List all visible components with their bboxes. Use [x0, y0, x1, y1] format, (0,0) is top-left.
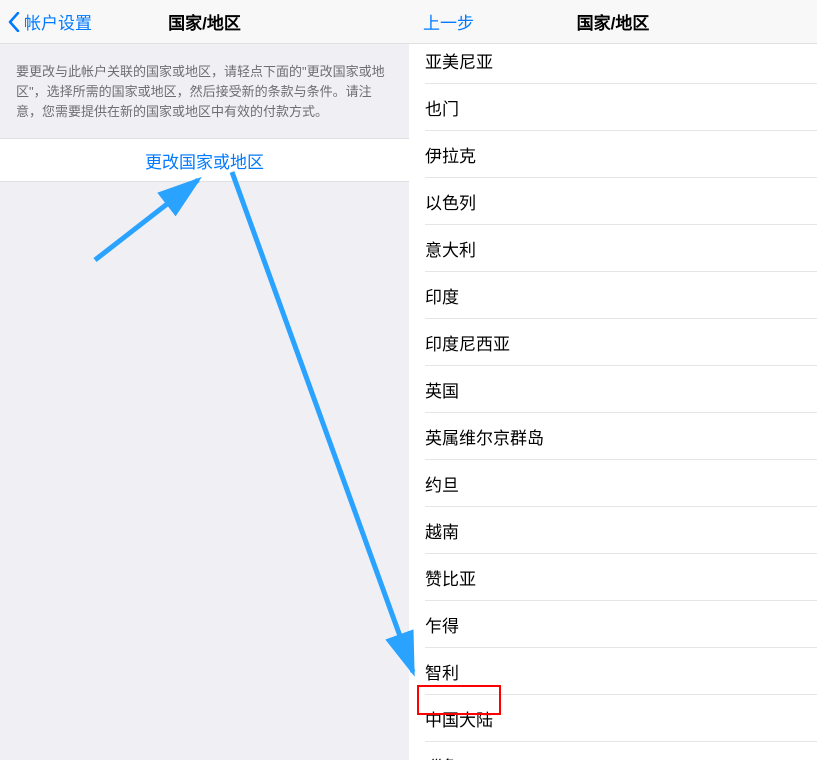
list-item[interactable]: 乍得 — [409, 601, 817, 648]
country-label: 约旦 — [425, 471, 459, 496]
list-item[interactable]: 印度 — [409, 272, 817, 319]
list-item[interactable]: 约旦 — [409, 460, 817, 507]
country-label: 印度尼西亚 — [425, 330, 510, 355]
list-item[interactable]: 越南 — [409, 507, 817, 554]
list-item[interactable]: 智利 — [409, 648, 817, 695]
country-label: 赞比亚 — [425, 565, 476, 590]
list-item[interactable]: 英国 — [409, 366, 817, 413]
list-item[interactable]: 赞比亚 — [409, 554, 817, 601]
country-label: 瑙鲁 — [425, 753, 459, 760]
country-label: 越南 — [425, 518, 459, 543]
list-item[interactable]: 伊拉克 — [409, 131, 817, 178]
country-label: 意大利 — [425, 236, 476, 261]
list-item[interactable]: 意大利 — [409, 225, 817, 272]
description-text: 要更改与此帐户关联的国家或地区，请轻点下面的"更改国家或地区"，选择所需的国家或… — [0, 44, 409, 138]
chevron-left-icon — [8, 12, 20, 32]
back-button-left[interactable]: 帐户设置 — [8, 9, 92, 34]
back-button-right[interactable]: 上一步 — [417, 9, 474, 34]
country-label: 伊拉克 — [425, 142, 476, 167]
country-list[interactable]: 亚美尼亚 也门 伊拉克 以色列 意大利 印度 印度尼西亚 英国 英属维尔京群岛 … — [409, 44, 817, 760]
list-item[interactable]: 也门 — [409, 84, 817, 131]
country-label: 英国 — [425, 377, 459, 402]
list-item[interactable]: 印度尼西亚 — [409, 319, 817, 366]
change-country-button[interactable]: 更改国家或地区 — [0, 138, 409, 182]
list-item[interactable]: 瑙鲁 — [409, 742, 817, 760]
country-label: 乍得 — [425, 612, 459, 637]
country-label: 智利 — [425, 659, 459, 684]
back-label-right: 上一步 — [423, 9, 474, 34]
country-label: 印度 — [425, 283, 459, 308]
change-country-label: 更改国家或地区 — [145, 148, 264, 173]
country-label: 亚美尼亚 — [425, 48, 493, 73]
country-label: 以色列 — [425, 189, 476, 214]
country-label: 中国大陆 — [425, 706, 493, 731]
back-label-left: 帐户设置 — [24, 9, 92, 34]
country-label: 英属维尔京群岛 — [425, 424, 544, 449]
list-item[interactable]: 亚美尼亚 — [409, 44, 817, 84]
country-label: 也门 — [425, 95, 459, 120]
list-item[interactable]: 英属维尔京群岛 — [409, 413, 817, 460]
list-item[interactable]: 中国大陆 — [409, 695, 817, 742]
list-item[interactable]: 以色列 — [409, 178, 817, 225]
